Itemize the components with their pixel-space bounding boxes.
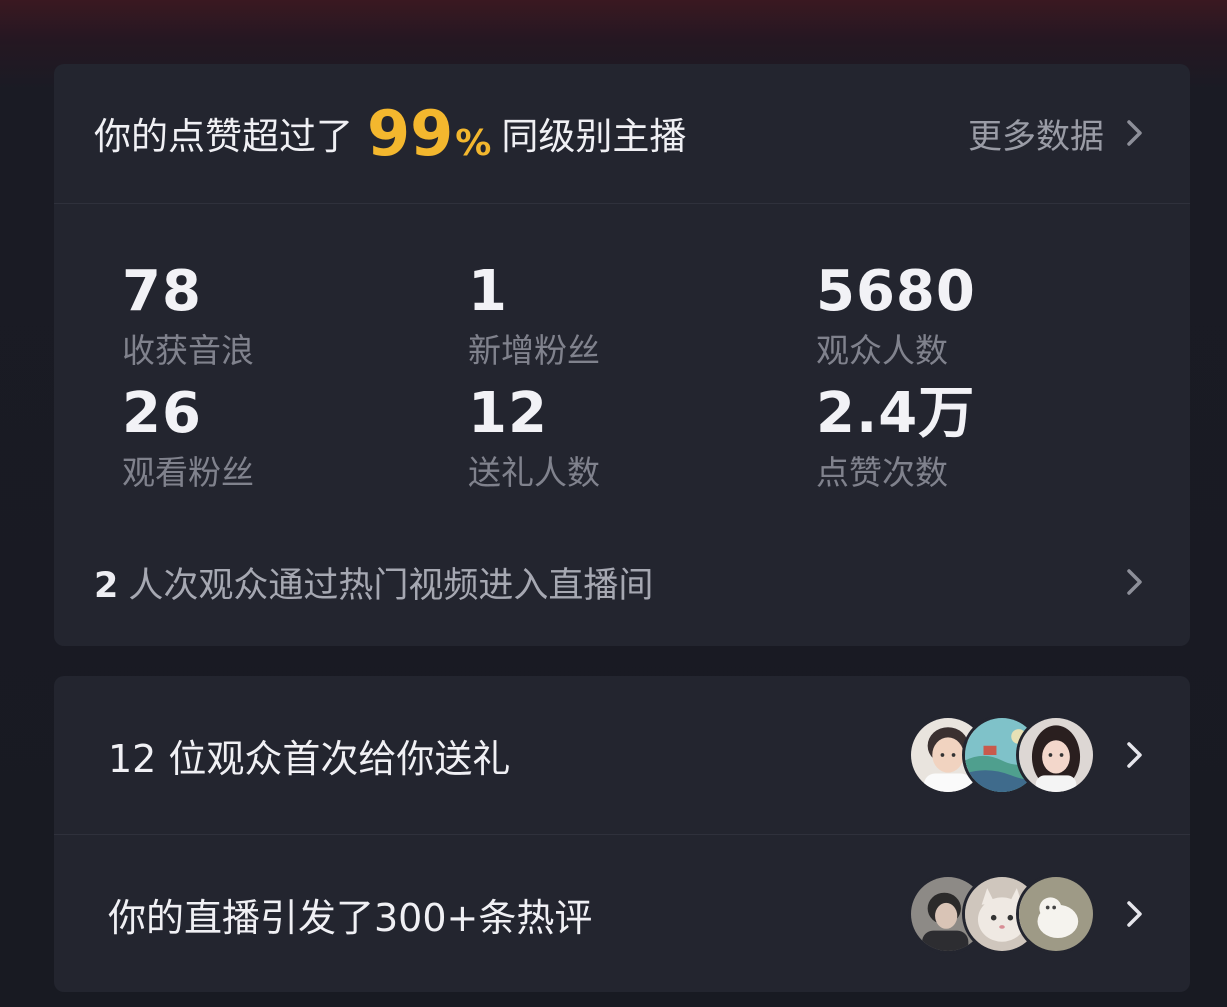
stat-value: 12 — [468, 381, 548, 446]
girl-avatar — [1016, 715, 1096, 795]
stat-value: 78 — [122, 259, 202, 324]
hot-video-text: 2 人次观众通过热门视频进入直播间 — [94, 557, 653, 608]
stat-label: 新增粉丝 — [468, 331, 600, 370]
hot-video-count: 2 — [94, 565, 119, 606]
stat-viewers: 5680 观众人数 — [816, 259, 1116, 370]
stat-value: 26 — [122, 381, 202, 446]
stat-value: 5680 — [816, 259, 976, 324]
stat-value: 2.4万 — [816, 381, 976, 446]
first-gift-text: 12 位观众首次给你送礼 — [108, 736, 511, 781]
comment-avatar-stack — [908, 874, 1096, 954]
stat-label: 收获音浪 — [122, 331, 254, 370]
chevron-right-icon — [1127, 120, 1142, 146]
headline-suffix: 同级别主播 — [501, 115, 687, 158]
headline-prefix: 你的点赞超过了 — [94, 115, 353, 158]
white-cat-avatar — [1016, 874, 1096, 954]
stat-label: 观看粉丝 — [122, 453, 254, 492]
stat-label: 点赞次数 — [816, 453, 948, 492]
stat-label: 送礼人数 — [468, 453, 600, 492]
gift-avatar-stack — [908, 715, 1096, 795]
hot-comments-text: 你的直播引发了300+条热评 — [108, 895, 593, 940]
hot-video-entry-row[interactable]: 2 人次观众通过热门视频进入直播间 — [94, 554, 1146, 610]
hot-comments-row[interactable]: 你的直播引发了300+条热评 — [54, 835, 1190, 993]
chevron-right-icon — [1127, 569, 1142, 595]
percentile-number: 99 — [367, 96, 454, 170]
more-data-label: 更多数据 — [968, 116, 1104, 157]
more-data-link[interactable]: 更多数据 — [968, 64, 1146, 202]
percentile-value: 99 % — [367, 97, 491, 170]
audience-highlights-card: 12 位观众首次给你送礼 你的直播引发了300+条热评 — [54, 676, 1190, 992]
chevron-right-icon — [1127, 901, 1142, 927]
card-divider — [54, 203, 1190, 204]
stat-likes: 2.4万 点赞次数 — [816, 381, 1116, 492]
chevron-right-icon — [1127, 742, 1142, 768]
stat-fan-viewers: 26 观看粉丝 — [122, 381, 422, 492]
stat-yinlang: 78 收获音浪 — [122, 259, 422, 370]
live-stats-card: 你的点赞超过了 99 % 同级别主播 更多数据 78 收获音浪 1 新增粉丝 5… — [54, 64, 1190, 646]
likes-rank-headline: 你的点赞超过了 99 % 同级别主播 — [94, 64, 686, 202]
hot-video-label: 人次观众通过热门视频进入直播间 — [128, 565, 654, 606]
stat-value: 1 — [468, 259, 508, 324]
first-gift-row[interactable]: 12 位观众首次给你送礼 — [54, 676, 1190, 834]
percent-sign: % — [455, 122, 492, 164]
stat-gift-givers: 12 送礼人数 — [468, 381, 768, 492]
stat-label: 观众人数 — [816, 331, 948, 370]
stat-new-fans: 1 新增粉丝 — [468, 259, 768, 370]
